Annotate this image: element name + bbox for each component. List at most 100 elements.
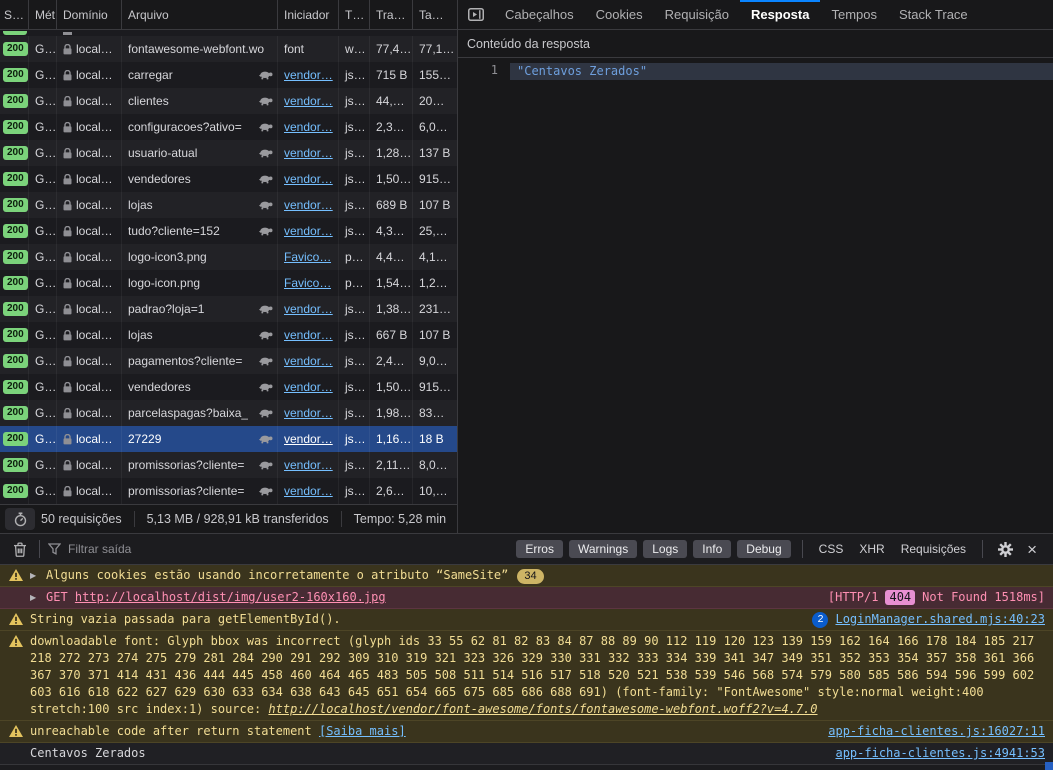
font-source-link[interactable]: http://localhost/vendor/font-awesome/fon… <box>268 702 817 716</box>
lock-icon <box>63 70 72 81</box>
status-badge: 200 <box>3 302 28 316</box>
source-location-link[interactable]: app-ficha-clientes.js:4941:53 <box>835 745 1045 762</box>
initiator-link[interactable]: vendor… <box>284 68 333 82</box>
initiator-link[interactable]: vendor… <box>284 432 333 446</box>
response-section-title[interactable]: Conteúdo da resposta <box>458 30 1053 58</box>
network-request-row[interactable]: 200G…local…logo-icon.pngFavico…p…1,54…1,… <box>0 270 457 296</box>
tab-tempos[interactable]: Tempos <box>820 0 888 29</box>
console-message: Centavos Zeradosapp-ficha-clientes.js:49… <box>0 743 1053 765</box>
type-cell: js… <box>339 374 370 400</box>
status-cell: 200 <box>0 296 29 322</box>
filter-button-debug[interactable]: Debug <box>737 540 790 558</box>
network-request-row[interactable]: 200G…local…pagamentos?cliente=vendor…js…… <box>0 348 457 374</box>
tab-stack-trace[interactable]: Stack Trace <box>888 0 979 29</box>
network-request-row[interactable]: 200G…local…promissorias?cliente=vendor…j… <box>0 478 457 504</box>
status-cell: 200 <box>0 140 29 166</box>
network-request-row[interactable]: 200G…local…promissorias?cliente=vendor…j… <box>0 452 457 478</box>
column-header-transferred[interactable]: Tra… <box>370 0 413 29</box>
console-settings-button[interactable] <box>991 542 1020 557</box>
type-cell: js… <box>339 426 370 452</box>
tab-cabecalhos[interactable]: Cabeçalhos <box>494 0 585 29</box>
network-request-row[interactable]: 200G…local…fontawesome-webfont.wofontw…7… <box>0 36 457 62</box>
size-cell: 107 B <box>413 322 457 348</box>
network-request-row[interactable]: 200G…local…padrao?loja=1vendor…js…1,38…2… <box>0 296 457 322</box>
initiator-link[interactable]: vendor… <box>284 146 333 160</box>
network-request-row[interactable]: 200G…local…27229vendor…js…1,16…18 B <box>0 426 457 452</box>
status-cell: 200 <box>0 192 29 218</box>
slow-turtle-icon <box>258 304 273 314</box>
close-console-button[interactable]: × <box>1020 541 1044 558</box>
tab-requisicao[interactable]: Requisição <box>654 0 740 29</box>
initiator-link[interactable]: vendor… <box>284 224 333 238</box>
console-filter-input[interactable]: Filtrar saída <box>48 542 513 556</box>
source-location-link[interactable]: LoginManager.shared.mjs:40:23 <box>835 611 1045 628</box>
initiator-cell: vendor… <box>278 140 339 166</box>
filter-button-warnings[interactable]: Warnings <box>569 540 637 558</box>
domain-cell: local… <box>57 114 122 140</box>
tab-resposta[interactable]: Resposta <box>740 0 821 29</box>
initiator-link[interactable]: vendor… <box>284 484 333 498</box>
file-name: configuracoes?ativo= <box>128 120 242 134</box>
network-request-row[interactable]: 200G…local…logo-icon3.pngFavico…p…4,4…4,… <box>0 244 457 270</box>
network-summary-bar: 50 requisições 5,13 MB / 928,91 kB trans… <box>0 504 457 533</box>
initiator-link[interactable]: vendor… <box>284 302 333 316</box>
expand-arrow-icon[interactable]: ▶ <box>30 567 39 584</box>
request-url-link[interactable]: http://localhost/dist/img/user2-160x160.… <box>75 590 386 604</box>
learn-more-link[interactable]: [Saiba mais] <box>319 724 406 738</box>
column-header-initiator[interactable]: Iniciador <box>278 0 339 29</box>
slow-turtle-icon <box>258 200 273 210</box>
initiator-link[interactable]: vendor… <box>284 94 333 108</box>
status-cell: 200 <box>0 374 29 400</box>
initiator-link[interactable]: vendor… <box>284 172 333 186</box>
method-cell: G… <box>29 322 57 348</box>
initiator-link[interactable]: vendor… <box>284 354 333 368</box>
filter-button-requisicoes[interactable]: Requisições <box>893 542 974 556</box>
column-header-domain[interactable]: Domínio <box>57 0 122 29</box>
initiator-link[interactable]: vendor… <box>284 458 333 472</box>
message-text: String vazia passada para getElementById… <box>30 612 341 626</box>
method-cell: G… <box>29 62 57 88</box>
lock-icon <box>63 278 72 289</box>
expand-arrow-icon[interactable]: ▶ <box>30 589 39 606</box>
initiator-link[interactable]: vendor… <box>284 328 333 342</box>
initiator-link[interactable]: Favico… <box>284 276 331 290</box>
network-request-row[interactable]: 200G…local…parcelaspagas?baixa_vendor…js… <box>0 400 457 426</box>
filter-button-erros[interactable]: Erros <box>516 540 563 558</box>
size-cell: 18 B <box>413 426 457 452</box>
column-header-size[interactable]: Ta… <box>413 0 458 29</box>
tab-cookies[interactable]: Cookies <box>585 0 654 29</box>
network-request-row[interactable]: 200G…local…clientesvendor…js…44,…20… <box>0 88 457 114</box>
network-request-row[interactable]: 200G…local…lojasvendor…js…667 B107 B <box>0 322 457 348</box>
network-request-row[interactable]: 200G…local…lojasvendor…js…689 B107 B <box>0 192 457 218</box>
throttle-timer-button[interactable] <box>5 508 35 530</box>
source-location-link[interactable]: app-ficha-clientes.js:16027:11 <box>828 723 1045 740</box>
type-cell: js… <box>339 400 370 426</box>
column-header-type[interactable]: T… <box>339 0 370 29</box>
collapse-panel-button[interactable] <box>458 0 494 29</box>
column-header-status[interactable]: S… <box>0 0 29 29</box>
column-header-method[interactable]: Mét <box>29 0 57 29</box>
http-status-badge: 404 <box>885 590 915 605</box>
initiator-link[interactable]: Favico… <box>284 250 331 264</box>
filter-button-logs[interactable]: Logs <box>643 540 687 558</box>
response-line[interactable]: "Centavos Zerados" <box>510 63 1053 80</box>
network-request-row[interactable]: 200G…local…tudo?cliente=152vendor…js…4,3… <box>0 218 457 244</box>
lock-icon <box>63 408 72 419</box>
network-request-row[interactable]: 200G…local…usuario-atualvendor…js…1,28…1… <box>0 140 457 166</box>
network-request-row[interactable]: 200G…local…configuracoes?ativo=vendor…js… <box>0 114 457 140</box>
filter-button-css[interactable]: CSS <box>811 542 852 556</box>
initiator-link[interactable]: vendor… <box>284 380 333 394</box>
initiator-link[interactable]: vendor… <box>284 198 333 212</box>
initiator-link[interactable]: vendor… <box>284 120 333 134</box>
clear-console-button[interactable] <box>9 542 31 557</box>
network-request-row[interactable]: 200G…local…vendedoresvendor…js…1,50…915… <box>0 374 457 400</box>
stopwatch-icon <box>13 512 28 527</box>
column-header-file[interactable]: Arquivo <box>122 0 278 29</box>
initiator-link[interactable]: vendor… <box>284 406 333 420</box>
lock-icon <box>63 44 72 55</box>
network-request-row[interactable]: 200G…local…vendedoresvendor…js…1,50…915… <box>0 166 457 192</box>
filter-button-xhr[interactable]: XHR <box>851 542 892 556</box>
network-request-row[interactable]: 200G…local…carregarvendor…js…715 B155… <box>0 62 457 88</box>
filter-button-info[interactable]: Info <box>693 540 731 558</box>
request-count: 50 requisições <box>41 512 122 526</box>
